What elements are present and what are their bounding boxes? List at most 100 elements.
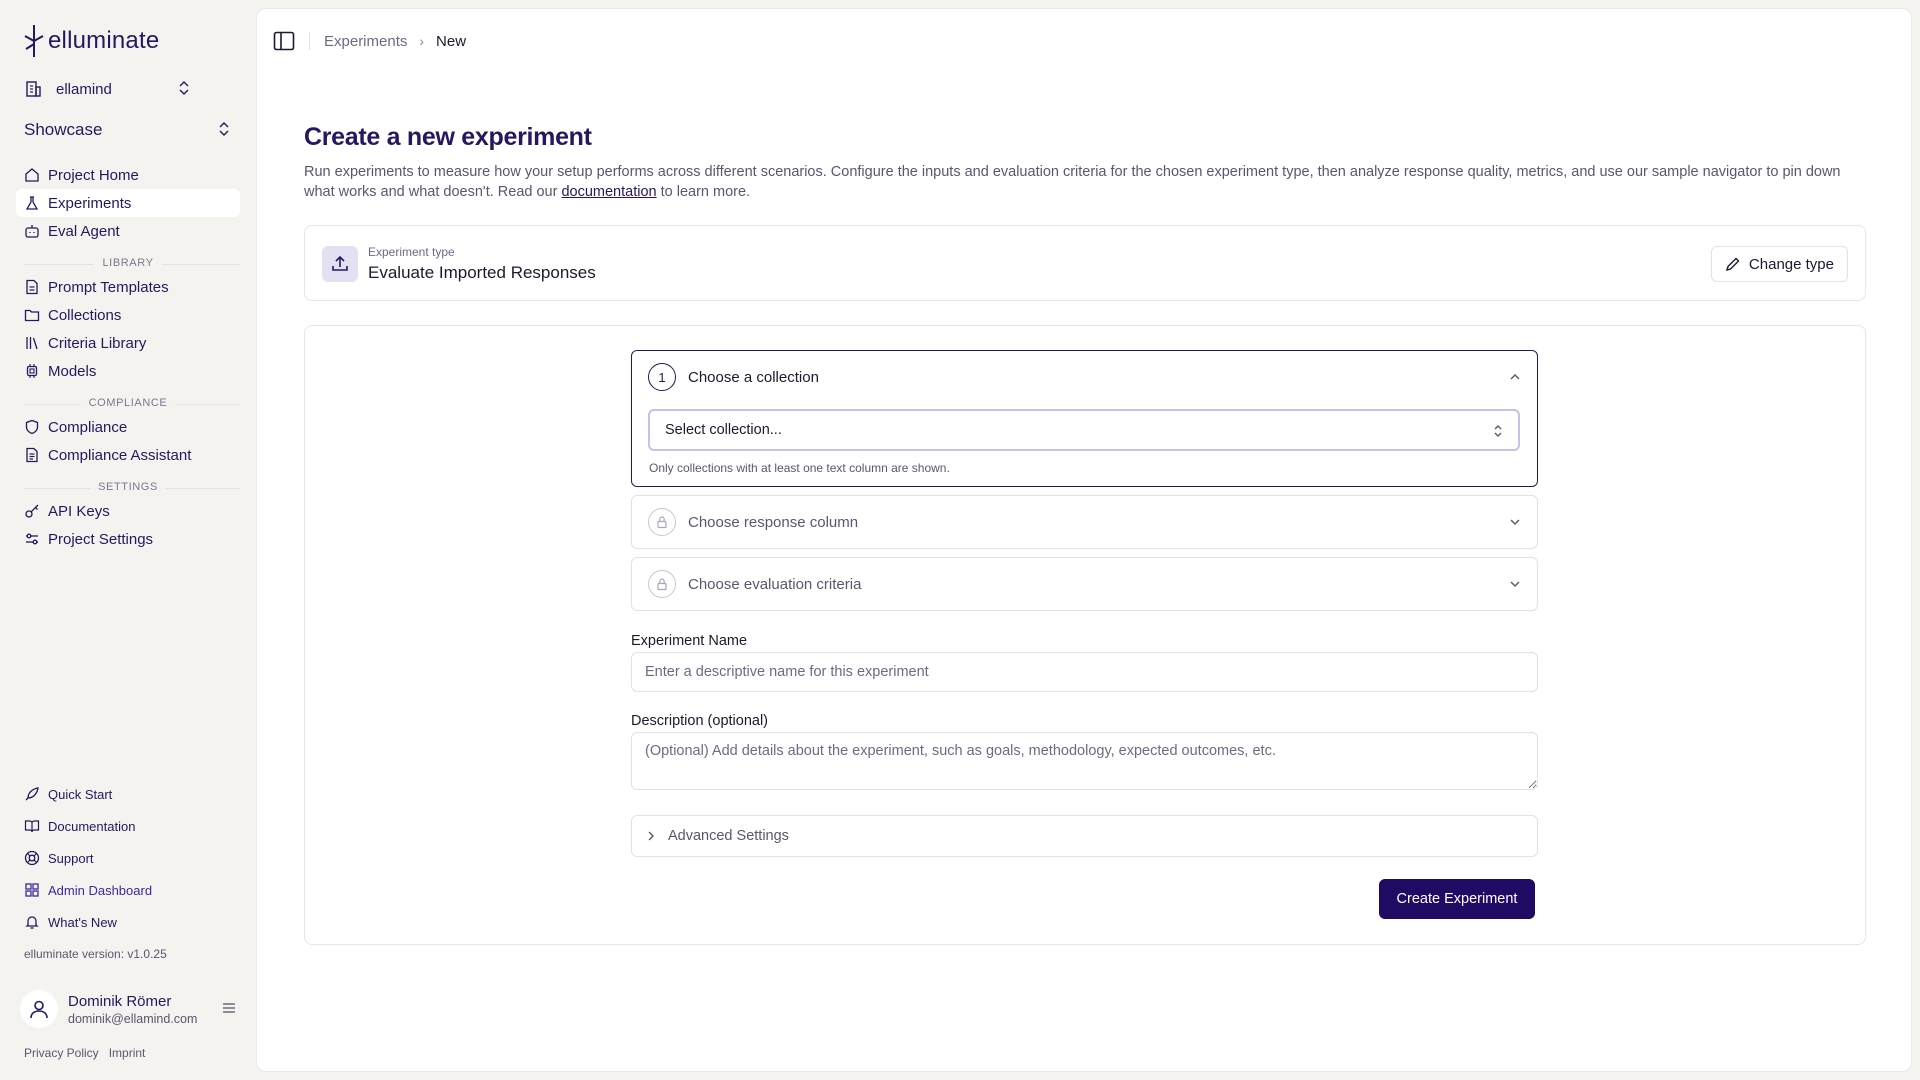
footer-item-quick-start[interactable]: Quick Start [16, 782, 240, 806]
change-type-button[interactable]: Change type [1710, 246, 1848, 282]
footer-item-label: What's New [48, 914, 117, 930]
building-icon [26, 81, 41, 97]
key-icon [24, 503, 40, 519]
experiment-type-label: Experiment type [368, 245, 455, 259]
logo-text: elluminate [48, 27, 160, 54]
step-title: Choose response column [688, 513, 859, 531]
change-type-label: Change type [1748, 255, 1834, 273]
description-label: Description (optional) [631, 713, 769, 729]
page-title: Create a new experiment [304, 123, 592, 151]
sidebar-item-label: Project Settings [48, 530, 154, 548]
chevron-up-down-icon [179, 81, 189, 95]
chevron-right-icon: › [419, 33, 425, 49]
footer-item-documentation[interactable]: Documentation [16, 814, 240, 838]
menu-icon[interactable] [222, 1001, 236, 1015]
footer-item-support[interactable]: Support [16, 846, 240, 870]
sidebar-item-label: Prompt Templates [48, 278, 169, 296]
experiment-type-card: Experiment type Evaluate Imported Respon… [304, 225, 1866, 301]
sidebar-item-collections[interactable]: Collections [16, 301, 240, 329]
documentation-link[interactable]: documentation [561, 184, 656, 200]
legal-links: Privacy Policy Imprint [24, 1046, 145, 1060]
chevron-right-icon [646, 830, 656, 842]
chevron-up-down-icon [219, 122, 229, 136]
sidebar-item-label: Compliance [48, 418, 128, 436]
sidebar-item-api-keys[interactable]: API Keys [16, 497, 240, 525]
experiment-form: 1 Choose a collection Select collection.… [304, 325, 1866, 945]
section-title: LIBRARY [94, 257, 162, 269]
app-version: elluminate version: v1.0.25 [24, 947, 167, 961]
sidebar-item-label: Compliance Assistant [48, 446, 192, 464]
experiment-name-label: Experiment Name [631, 633, 748, 649]
divider [309, 32, 310, 50]
sidebar-item-label: Project Home [48, 166, 139, 184]
imprint-link[interactable]: Imprint [109, 1046, 146, 1060]
sidebar-item-criteria-library[interactable]: Criteria Library [16, 329, 240, 357]
sidebar-toggle-icon[interactable] [273, 30, 295, 52]
sidebar: elluminate ellamind Showcase Project Hom… [0, 0, 256, 1080]
step-choose-evaluation-criteria: Choose evaluation criteria [631, 557, 1538, 611]
description-textarea[interactable] [631, 732, 1538, 790]
sidebar-item-compliance[interactable]: Compliance [16, 413, 240, 441]
step-choose-collection: 1 Choose a collection Select collection.… [631, 350, 1538, 487]
experiment-type-value: Evaluate Imported Responses [368, 263, 596, 282]
sidebar-item-models[interactable]: Models [16, 357, 240, 385]
chevron-up-icon [1510, 374, 1520, 380]
step-header[interactable]: Choose response column [648, 508, 1521, 536]
user-card[interactable]: Dominik Römer dominik@ellamind.com [20, 988, 236, 1030]
sidebar-item-experiments[interactable]: Experiments [16, 189, 240, 217]
breadcrumb-current: New [436, 32, 467, 50]
folder-icon [24, 307, 40, 323]
section-title: COMPLIANCE [80, 397, 176, 409]
privacy-policy-link[interactable]: Privacy Policy [24, 1046, 99, 1060]
step-number: 1 [648, 363, 676, 391]
section-title: SETTINGS [90, 481, 166, 493]
chevron-down-icon [1510, 519, 1520, 525]
app-logo[interactable]: elluminate [24, 24, 159, 58]
grid-icon [24, 882, 40, 898]
footer-item-label: Quick Start [48, 786, 113, 802]
top-bar: Experiments › New [273, 29, 466, 53]
collection-select-value: Select collection... [665, 422, 782, 438]
sidebar-item-label: Collections [48, 306, 122, 324]
shield-icon [24, 419, 40, 435]
sidebar-item-prompt-templates[interactable]: Prompt Templates [16, 273, 240, 301]
footer-item-label: Support [48, 850, 94, 866]
home-icon [24, 167, 40, 183]
section-compliance: COMPLIANCE [16, 397, 240, 411]
collection-select[interactable]: Select collection... [648, 409, 1520, 451]
library-icon [24, 335, 40, 351]
bot-icon [24, 223, 40, 239]
footer-item-admin-dashboard[interactable]: Admin Dashboard [16, 878, 240, 902]
advanced-settings-toggle[interactable]: Advanced Settings [631, 815, 1538, 857]
description-text-end: to learn more. [656, 184, 751, 200]
org-switcher[interactable]: ellamind [24, 78, 190, 100]
experiment-name-input[interactable] [631, 652, 1538, 692]
advanced-settings-label: Advanced Settings [668, 828, 789, 844]
lock-icon [648, 508, 676, 536]
rocket-icon [24, 786, 40, 802]
flask-icon [24, 195, 40, 211]
sidebar-item-eval-agent[interactable]: Eval Agent [16, 217, 240, 245]
file-icon [24, 279, 40, 295]
sidebar-item-label: Eval Agent [48, 222, 120, 240]
sliders-icon [24, 531, 40, 547]
sidebar-item-project-settings[interactable]: Project Settings [16, 525, 240, 553]
project-switcher[interactable]: Showcase [24, 119, 230, 141]
collection-hint: Only collections with at least one text … [649, 461, 950, 475]
sidebar-item-label: Criteria Library [48, 334, 147, 352]
breadcrumb-experiments[interactable]: Experiments [324, 33, 407, 50]
breadcrumb: Experiments › New [324, 33, 466, 50]
page-description: Run experiments to measure how your setu… [304, 162, 1874, 202]
step-header[interactable]: 1 Choose a collection [648, 363, 1521, 391]
bell-icon [24, 914, 40, 930]
chevron-up-down-icon [1494, 425, 1502, 437]
sidebar-item-compliance-assistant[interactable]: Compliance Assistant [16, 441, 240, 469]
sidebar-item-project-home[interactable]: Project Home [16, 161, 240, 189]
sidebar-item-label: Experiments [48, 194, 132, 212]
org-name: ellamind [56, 80, 112, 98]
footer-item-label: Documentation [48, 818, 136, 834]
create-experiment-button[interactable]: Create Experiment [1379, 879, 1535, 919]
pencil-icon [1725, 257, 1740, 272]
step-header[interactable]: Choose evaluation criteria [648, 570, 1521, 598]
footer-item-whats-new[interactable]: What's New [16, 910, 240, 934]
